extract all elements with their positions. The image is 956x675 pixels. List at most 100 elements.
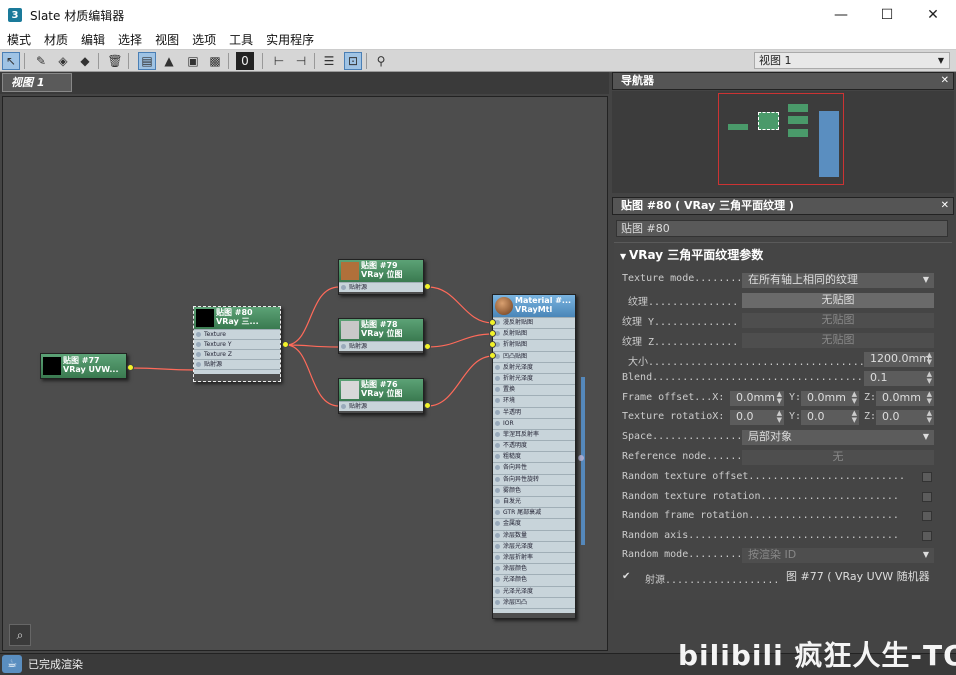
- projection-checkbox[interactable]: ✔: [622, 572, 632, 582]
- spinner-arrows-icon[interactable]: ▲ ▼: [777, 410, 782, 424]
- spinner-arrows-icon[interactable]: ▲ ▼: [852, 410, 857, 424]
- material-slot[interactable]: 半透明: [493, 406, 575, 418]
- tab-view-1[interactable]: 视图 1: [2, 73, 72, 92]
- spinner-arrows-icon[interactable]: ▲ ▼: [927, 371, 932, 385]
- rollout-title[interactable]: ▼ VRay 三角平面纹理参数: [620, 246, 763, 263]
- background-icon[interactable]: ▩: [206, 52, 224, 70]
- menu-material[interactable]: 材质: [37, 31, 74, 48]
- texture-rotation-y-spinner[interactable]: 0.0 ▲ ▼: [801, 410, 859, 425]
- material-slot[interactable]: 凹凸贴图: [493, 350, 575, 362]
- menu-utilities[interactable]: 实用程序: [259, 31, 320, 48]
- frame-offset-z-spinner[interactable]: 0.0mm ▲ ▼: [876, 391, 934, 406]
- texture-mode-dropdown[interactable]: 在所有轴上相同的纹理 ▼: [742, 273, 934, 288]
- menu-tools[interactable]: 工具: [222, 31, 259, 48]
- eyedropper-icon[interactable]: ✎: [32, 52, 50, 70]
- material-slot[interactable]: 雾颜色: [493, 484, 575, 496]
- frame-offset-y-spinner[interactable]: 0.0mm ▲ ▼: [801, 391, 859, 406]
- view-dropdown[interactable]: 视图 1 ▼: [754, 52, 950, 69]
- output-socket[interactable]: [127, 364, 134, 371]
- close-icon[interactable]: ✕: [941, 198, 949, 214]
- node-material[interactable]: Material #... VRayMtl 漫反射贴图 反射贴图 折射贴图 凹凸贴图反…: [492, 294, 576, 619]
- close-button[interactable]: ✕: [910, 0, 956, 30]
- output-socket[interactable]: [424, 283, 431, 290]
- material-slot[interactable]: 自发光: [493, 496, 575, 508]
- menu-view[interactable]: 视图: [148, 31, 185, 48]
- input-socket-refract[interactable]: [489, 341, 496, 348]
- node-map-77[interactable]: 贴图 #77 VRay UVW...: [40, 353, 127, 379]
- layout-all-icon[interactable]: ⊢: [270, 52, 288, 70]
- texture-map-button[interactable]: 无贴图: [742, 293, 934, 308]
- random-texture-rotation-checkbox[interactable]: [922, 492, 932, 502]
- menu-mode[interactable]: 模式: [0, 31, 37, 48]
- link-icon[interactable]: ⚲: [372, 52, 390, 70]
- texture-z-map-button[interactable]: 无贴图: [742, 333, 934, 348]
- slot-projection[interactable]: 贴射源: [339, 282, 423, 292]
- assign-to-selection-icon[interactable]: ◆: [76, 52, 94, 70]
- slot-texture-z[interactable]: Texture Z: [194, 349, 280, 359]
- spinner-arrows-icon[interactable]: ▲ ▼: [777, 391, 782, 405]
- hide-slots-icon[interactable]: ▲: [160, 52, 178, 70]
- material-slot[interactable]: 粗糙度: [493, 451, 575, 463]
- blend-spinner[interactable]: 0.1 ▲ ▼: [864, 371, 934, 386]
- show-map-icon[interactable]: ▣: [184, 52, 202, 70]
- menu-options[interactable]: 选项: [185, 31, 222, 48]
- render-preview-icon[interactable]: 0: [236, 52, 254, 70]
- binoculars-icon[interactable]: ⌕: [9, 624, 31, 646]
- put-to-scene-icon[interactable]: ◈: [54, 52, 72, 70]
- node-map-78[interactable]: 贴图 #78 VRay 位图 贴射源: [338, 318, 424, 354]
- material-slot[interactable]: 置换: [493, 384, 575, 396]
- texture-rotation-x-spinner[interactable]: 0.0 ▲ ▼: [730, 410, 784, 425]
- reference-node-button[interactable]: 无: [742, 450, 934, 465]
- material-slot[interactable]: 环境: [493, 395, 575, 407]
- menu-edit[interactable]: 编辑: [74, 31, 111, 48]
- output-socket[interactable]: [424, 402, 431, 409]
- material-slot[interactable]: 光泽光泽度: [493, 585, 575, 597]
- layout-children-icon[interactable]: ⊣: [292, 52, 310, 70]
- navigator-view[interactable]: [612, 91, 954, 193]
- select-tool-icon[interactable]: ↖: [2, 52, 20, 70]
- frame-offset-x-spinner[interactable]: 0.0mm ▲ ▼: [730, 391, 784, 406]
- maximize-button[interactable]: ☐: [864, 0, 910, 30]
- material-slot[interactable]: 漫反射贴图: [493, 317, 575, 329]
- material-slot[interactable]: 反射光泽度: [493, 361, 575, 373]
- spinner-arrows-icon[interactable]: ▲ ▼: [927, 352, 932, 366]
- slot-projection[interactable]: 贴射源: [194, 359, 280, 369]
- minimize-button[interactable]: —: [818, 0, 864, 30]
- output-socket[interactable]: [424, 343, 431, 350]
- random-mode-dropdown[interactable]: 按渲染 ID ▼: [742, 548, 934, 563]
- node-map-76[interactable]: 贴图 #76 VRay 位图 贴射源: [338, 378, 424, 414]
- material-slot[interactable]: 涂层折射率: [493, 551, 575, 564]
- node-canvas[interactable]: 贴图 #77 VRay UVW... 贴图 #80 VRay 三... Text…: [2, 96, 608, 651]
- texture-rotation-z-spinner[interactable]: 0.0 ▲ ▼: [876, 410, 934, 425]
- move-children-icon[interactable]: ▤: [138, 52, 156, 70]
- close-icon[interactable]: ✕: [941, 73, 949, 89]
- material-slot[interactable]: 光泽颜色: [493, 574, 575, 586]
- material-slot[interactable]: 涂层凹凸: [493, 596, 575, 608]
- map-name-field[interactable]: 贴图 #80: [616, 220, 948, 237]
- material-slot[interactable]: 菲涅耳反射率: [493, 428, 575, 441]
- random-axis-checkbox[interactable]: [922, 531, 932, 541]
- material-slot[interactable]: 各向异性: [493, 462, 575, 474]
- teapot-icon[interactable]: ☕: [2, 655, 22, 673]
- space-dropdown[interactable]: 局部对象 ▼: [742, 430, 934, 445]
- navigator-toggle-icon[interactable]: ⊡: [344, 52, 362, 70]
- material-slot[interactable]: 涂层光泽度: [493, 540, 575, 552]
- texture-y-map-button[interactable]: 无贴图: [742, 313, 934, 328]
- input-socket-bump[interactable]: [489, 352, 496, 359]
- random-frame-rotation-checkbox[interactable]: [922, 511, 932, 521]
- material-slot[interactable]: 不透明度: [493, 440, 575, 452]
- projection-map-button[interactable]: 图 #77 ( VRay UVW 随机器: [782, 570, 936, 585]
- spinner-arrows-icon[interactable]: ▲ ▼: [927, 391, 932, 405]
- spinner-arrows-icon[interactable]: ▲ ▼: [852, 391, 857, 405]
- material-slot[interactable]: 涂层颜色: [493, 563, 575, 575]
- slot-texture-y[interactable]: Texture Y: [194, 339, 280, 349]
- node-map-80[interactable]: 贴图 #80 VRay 三... Texture Texture Y Textu…: [193, 306, 281, 382]
- output-socket[interactable]: [282, 341, 289, 348]
- material-slot[interactable]: 折射贴图: [493, 339, 575, 351]
- material-slot[interactable]: IOR: [493, 417, 575, 429]
- material-slot[interactable]: 折射光泽度: [493, 372, 575, 385]
- input-socket-diffuse[interactable]: [489, 319, 496, 326]
- material-slot[interactable]: 涂层数量: [493, 529, 575, 541]
- material-slot[interactable]: GTR 尾部衰减: [493, 507, 575, 519]
- size-spinner[interactable]: 1200.0mm ▲ ▼: [864, 352, 934, 367]
